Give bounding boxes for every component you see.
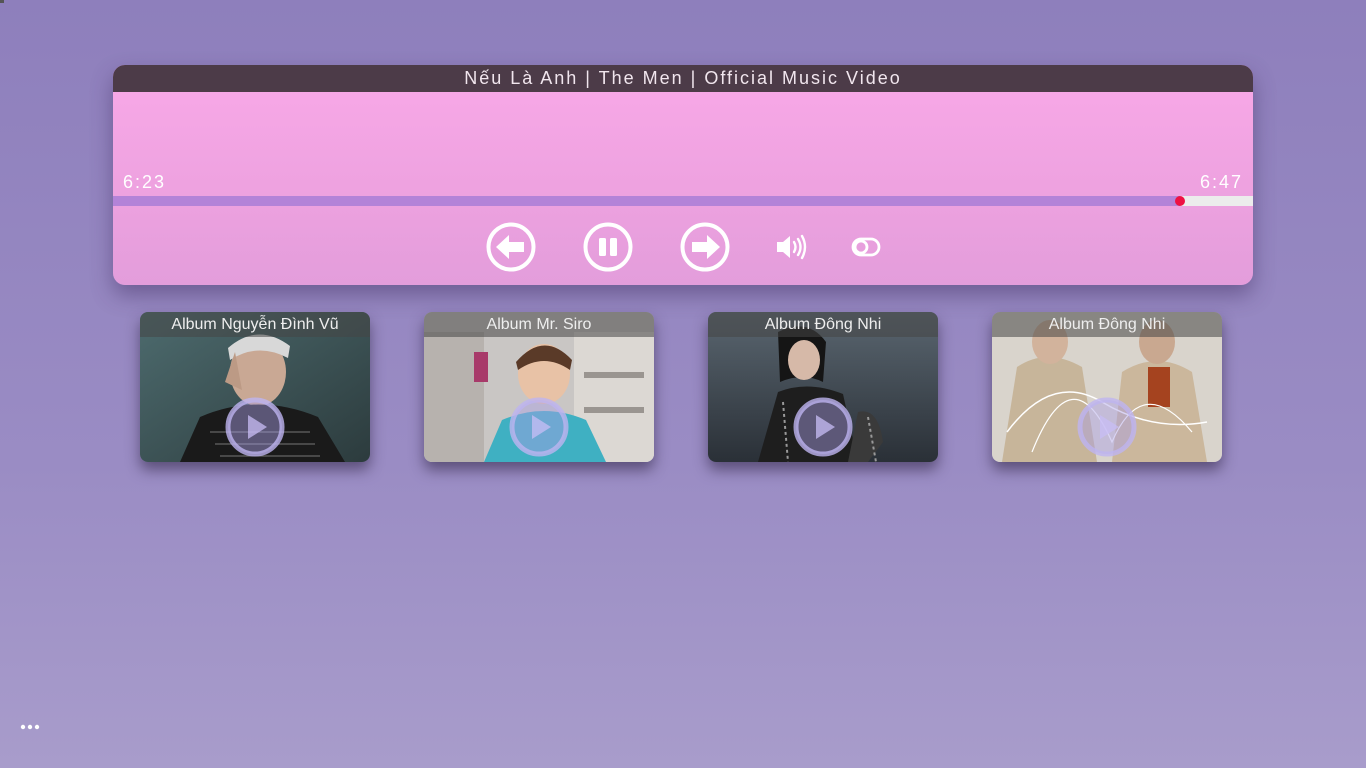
album-card[interactable]: Album Đông Nhi [708, 312, 938, 462]
progress-knob[interactable] [1175, 196, 1186, 206]
previous-button[interactable] [486, 222, 536, 272]
track-title: Nếu Là Anh | The Men | Official Music Vi… [113, 65, 1253, 92]
next-icon [680, 222, 730, 272]
toggle-icon [851, 237, 881, 257]
more-dots-icon[interactable] [19, 720, 41, 734]
album-card[interactable]: Album Nguyễn Đình Vũ [140, 312, 370, 462]
album-caption: Album Đông Nhi [992, 312, 1222, 337]
play-icon[interactable] [793, 397, 853, 457]
next-button[interactable] [680, 222, 730, 272]
previous-icon [486, 222, 536, 272]
music-player: Nếu Là Anh | The Men | Official Music Vi… [113, 65, 1253, 285]
album-caption: Album Mr. Siro [424, 312, 654, 337]
pause-icon [583, 222, 633, 272]
album-card[interactable]: Album Đông Nhi [992, 312, 1222, 462]
volume-icon [777, 234, 807, 260]
progress-fill [113, 196, 1181, 206]
toggle-button[interactable] [851, 236, 881, 258]
play-icon[interactable] [225, 397, 285, 457]
current-time: 6:23 [123, 172, 167, 192]
progress-bar[interactable] [113, 196, 1253, 206]
album-caption: Album Đông Nhi [708, 312, 938, 337]
total-time: 6:47 [1199, 172, 1243, 192]
play-icon[interactable] [509, 397, 569, 457]
album-card[interactable]: Album Mr. Siro [424, 312, 654, 462]
album-caption: Album Nguyễn Đình Vũ [140, 312, 370, 337]
play-icon[interactable] [1077, 397, 1137, 457]
player-controls [113, 222, 1253, 272]
pause-button[interactable] [583, 222, 633, 272]
volume-button[interactable] [775, 231, 807, 263]
corner-mark [0, 0, 4, 3]
